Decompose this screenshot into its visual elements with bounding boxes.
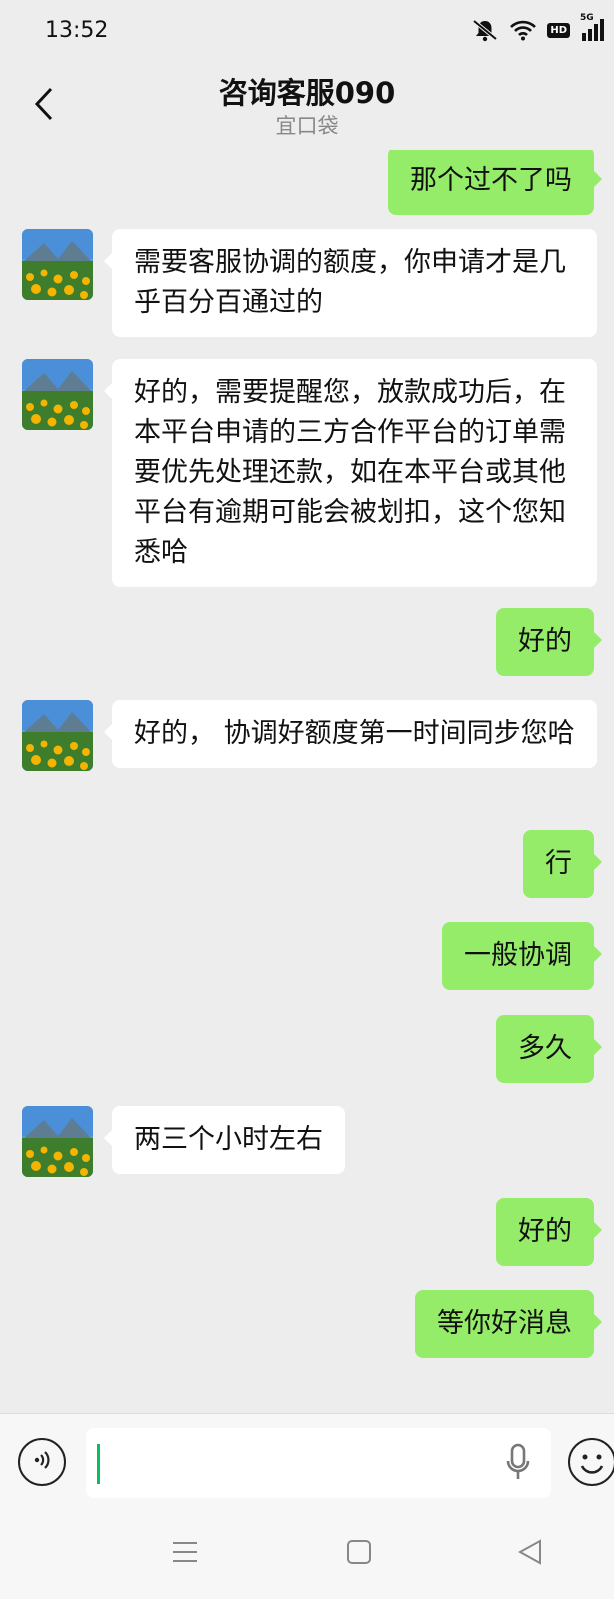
status-bar: 13:52 HD 5G bbox=[0, 0, 614, 64]
system-back-button[interactable] bbox=[517, 1539, 542, 1569]
outgoing-message-bubble[interactable]: 行 bbox=[523, 830, 602, 898]
incoming-message-bubble[interactable]: 好的，需要提醒您，放款成功后，在本平台申请的三方合作平台的订单需要优先处理还款，… bbox=[104, 359, 597, 587]
outgoing-message-bubble[interactable]: 好的 bbox=[496, 608, 602, 676]
chat-header: 咨询客服090 宜口袋 bbox=[0, 64, 614, 150]
incoming-message-bubble[interactable]: 两三个小时左右 bbox=[104, 1106, 345, 1174]
mute-icon bbox=[471, 18, 499, 42]
menu-icon bbox=[172, 1542, 198, 1569]
message-input[interactable] bbox=[86, 1428, 551, 1498]
incoming-message-bubble[interactable]: 好的， 协调好额度第一时间同步您哈 bbox=[104, 700, 597, 768]
microphone-button[interactable] bbox=[505, 1443, 531, 1487]
status-icons: HD 5G bbox=[471, 13, 606, 42]
system-navigation-bar bbox=[0, 1513, 614, 1599]
message-list[interactable]: 那个过不了吗 需要客服协调的额度，你申请才是几乎百分百通过的 好的，需要提醒您，… bbox=[0, 150, 614, 1413]
voice-button[interactable] bbox=[18, 1438, 66, 1486]
home-icon bbox=[346, 1540, 372, 1569]
wifi-icon bbox=[509, 19, 537, 41]
avatar[interactable] bbox=[22, 1106, 93, 1177]
signal-icon: 5G bbox=[580, 13, 606, 41]
chat-title: 咨询客服090 bbox=[218, 76, 396, 110]
text-caret bbox=[97, 1444, 100, 1484]
hd-badge: HD bbox=[547, 22, 570, 38]
chat-subtitle: 宜口袋 bbox=[275, 114, 339, 138]
back-triangle-icon bbox=[517, 1539, 542, 1569]
status-time: 13:52 bbox=[45, 18, 109, 43]
incoming-message-bubble[interactable]: 需要客服协调的额度，你申请才是几乎百分百通过的 bbox=[104, 229, 597, 337]
avatar[interactable] bbox=[22, 700, 93, 771]
avatar[interactable] bbox=[22, 229, 93, 300]
input-bar bbox=[0, 1413, 614, 1513]
emoji-button[interactable] bbox=[568, 1438, 614, 1486]
outgoing-message-bubble[interactable]: 等你好消息 bbox=[415, 1290, 602, 1358]
home-button[interactable] bbox=[346, 1539, 372, 1569]
outgoing-message-bubble[interactable]: 那个过不了吗 bbox=[388, 150, 602, 215]
outgoing-message-bubble[interactable]: 多久 bbox=[496, 1015, 602, 1083]
voice-icon bbox=[31, 1449, 53, 1475]
menu-button[interactable] bbox=[172, 1539, 198, 1569]
outgoing-message-bubble[interactable]: 好的 bbox=[496, 1198, 602, 1266]
avatar[interactable] bbox=[22, 359, 93, 430]
outgoing-message-bubble[interactable]: 一般协调 bbox=[442, 922, 602, 990]
microphone-icon bbox=[505, 1443, 531, 1487]
